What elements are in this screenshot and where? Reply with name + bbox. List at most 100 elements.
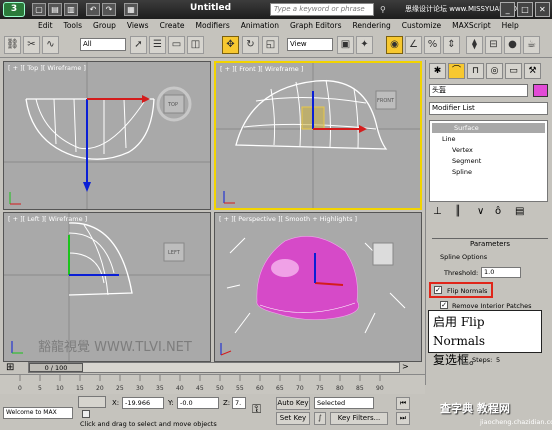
y-coordinate-field[interactable]: -0.0	[177, 397, 219, 409]
maxscript-listener[interactable]: Welcome to MAX	[3, 407, 73, 419]
show-end-result-icon[interactable]: ║	[455, 206, 461, 217]
viewport-left-label[interactable]: [ + ][ Left ][ Wireframe ]	[8, 215, 87, 223]
key-selection-dropdown[interactable]: Selected	[314, 397, 374, 409]
selection-filter-dropdown[interactable]: All	[80, 38, 126, 51]
bind-spacewarp-icon[interactable]: ∿	[42, 36, 59, 54]
remove-interior-patches-checkbox[interactable]: ✓	[440, 301, 448, 309]
select-rotate-icon[interactable]: ↻	[242, 36, 259, 54]
key-icon[interactable]: ⚿	[252, 402, 261, 417]
redo-icon[interactable]: ↷	[102, 3, 116, 16]
viewport-perspective[interactable]: [ + ][ Perspective ][ Smooth + Highlight…	[214, 212, 422, 362]
viewport-watermark: 豁龍視覺 WWW.TLVI.NET	[38, 339, 192, 355]
pivot-center-icon[interactable]: ▣	[337, 36, 354, 54]
menu-tools[interactable]: Tools	[64, 19, 82, 33]
select-object-icon[interactable]: ➚	[130, 36, 147, 54]
selection-region-icon[interactable]: ▭	[168, 36, 185, 54]
menu-animation[interactable]: Animation	[241, 19, 279, 33]
mirror-icon[interactable]: ⧫	[466, 36, 483, 54]
object-name-field[interactable]: 头盔	[429, 84, 528, 97]
stack-surface-row[interactable]	[432, 123, 545, 133]
menu-modifiers[interactable]: Modifiers	[196, 19, 230, 33]
stack-spline[interactable]: Spline	[452, 168, 472, 176]
viewport-top[interactable]: TOP [ + ][ Top ][ Wireframe ]	[3, 61, 211, 210]
viewport-perspective-label[interactable]: [ + ][ Perspective ][ Smooth + Highlight…	[219, 215, 357, 223]
angle-snap-icon[interactable]: ∠	[405, 36, 422, 54]
configure-modifier-icon[interactable]: ▤	[515, 206, 524, 217]
search-icon[interactable]: ⚲	[380, 5, 386, 14]
x-coordinate-field[interactable]: -19.966	[122, 397, 164, 409]
new-scene-icon[interactable]: ▢	[32, 3, 46, 16]
viewport-front-label[interactable]: [ + ][ Front ][ Wireframe ]	[220, 65, 303, 73]
track-bar[interactable]: 0 5 10 15 20 25 30 35 40 45 50 55 60 65 …	[0, 374, 425, 394]
display-tab-icon[interactable]: ▭	[505, 63, 522, 79]
render-icon[interactable]: ☕	[523, 36, 540, 54]
viewport-left[interactable]: LEFT 豁龍視覺 WWW.TLVI.NET [ + ][ Left ][ Wi…	[3, 212, 211, 362]
material-editor-icon[interactable]: ●	[504, 36, 521, 54]
select-by-name-icon[interactable]: ☰	[149, 36, 166, 54]
minimize-icon[interactable]: _	[500, 2, 516, 17]
modifier-list-dropdown[interactable]: Modifier List	[429, 102, 548, 115]
save-file-icon[interactable]: ▥	[64, 3, 78, 16]
snaps-toggle-icon[interactable]: ◉	[386, 36, 403, 54]
hierarchy-tab-icon[interactable]: ⊓	[467, 63, 484, 79]
select-manipulate-icon[interactable]: ✦	[356, 36, 373, 54]
lock-selection-icon[interactable]	[82, 410, 90, 418]
parameters-rollout-header[interactable]: Parameters	[432, 238, 548, 248]
time-slider[interactable]: 0 / 100	[28, 362, 400, 373]
stack-surface[interactable]: Surface	[454, 124, 479, 132]
menu-rendering[interactable]: Rendering	[352, 19, 390, 33]
auto-key-button[interactable]: Auto Key	[276, 397, 310, 410]
maximize-icon[interactable]: □	[517, 2, 533, 17]
menu-graph-editors[interactable]: Graph Editors	[290, 19, 342, 33]
remove-modifier-icon[interactable]: ô	[495, 206, 501, 217]
threshold-field[interactable]: 1.0	[481, 267, 521, 278]
open-file-icon[interactable]: ▤	[48, 3, 62, 16]
menu-help[interactable]: Help	[502, 19, 519, 33]
x-label: X:	[112, 399, 120, 407]
stack-segment[interactable]: Segment	[452, 157, 481, 165]
key-filters-button[interactable]: Key Filters...	[330, 412, 388, 425]
link-icon[interactable]: ⛓	[4, 36, 21, 54]
unlink-icon[interactable]: ✂	[23, 36, 40, 54]
undo-icon[interactable]: ↶	[86, 3, 100, 16]
z-coordinate-field[interactable]: 7.	[232, 397, 246, 409]
object-color-swatch[interactable]	[533, 84, 548, 97]
viewport-front[interactable]: FRONT [ + ][ Front ][ Wireframe ]	[214, 61, 422, 210]
pin-stack-icon[interactable]: ⊥	[433, 206, 442, 217]
motion-tab-icon[interactable]: ◎	[486, 63, 503, 79]
create-tab-icon[interactable]: ✱	[429, 63, 446, 79]
window-crossing-icon[interactable]: ◫	[187, 36, 204, 54]
time-slider-thumb[interactable]: 0 / 100	[29, 363, 83, 372]
make-unique-icon[interactable]: ∨	[477, 206, 484, 217]
key-mode-icon[interactable]: ⏭	[396, 412, 410, 425]
spinner-snap-icon[interactable]: ⇕	[443, 36, 460, 54]
time-slider-next-icon[interactable]: >	[402, 362, 409, 371]
callout-line2: 复选框。	[433, 353, 482, 367]
remove-interior-patches-label[interactable]: Remove Interior Patches	[452, 302, 531, 310]
menu-views[interactable]: Views	[127, 19, 149, 33]
tick-5: 5	[38, 385, 42, 392]
select-move-icon[interactable]: ✥	[222, 36, 239, 54]
menu-maxscript[interactable]: MAXScript	[452, 19, 491, 33]
project-folder-icon[interactable]: ▦	[124, 3, 138, 16]
reference-coordinate-dropdown[interactable]: View	[287, 38, 333, 51]
menu-customize[interactable]: Customize	[402, 19, 441, 33]
stack-vertex[interactable]: Vertex	[452, 146, 473, 154]
percent-snap-icon[interactable]: %	[424, 36, 441, 54]
menu-edit[interactable]: Edit	[38, 19, 53, 33]
select-scale-icon[interactable]: ◱	[262, 36, 279, 54]
menu-group[interactable]: Group	[93, 19, 116, 33]
go-to-start-icon[interactable]: ⏮	[396, 397, 410, 410]
set-key-button[interactable]: Set Key	[276, 412, 310, 425]
close-icon[interactable]: ✕	[534, 2, 550, 17]
modify-tab-icon[interactable]: ⌒	[448, 63, 465, 79]
key-tangent-icon[interactable]: ∫	[314, 412, 326, 425]
mini-curve-editor-icon[interactable]: ⊞	[6, 362, 14, 373]
stack-line[interactable]: Line	[442, 135, 456, 143]
menu-create[interactable]: Create	[160, 19, 185, 33]
search-input[interactable]: Type a keyword or phrase	[270, 3, 374, 16]
viewport-top-label[interactable]: [ + ][ Top ][ Wireframe ]	[8, 64, 86, 72]
app-logo-icon[interactable]: 3	[3, 2, 25, 17]
align-icon[interactable]: ⊟	[485, 36, 502, 54]
utilities-tab-icon[interactable]: ⚒	[524, 63, 541, 79]
